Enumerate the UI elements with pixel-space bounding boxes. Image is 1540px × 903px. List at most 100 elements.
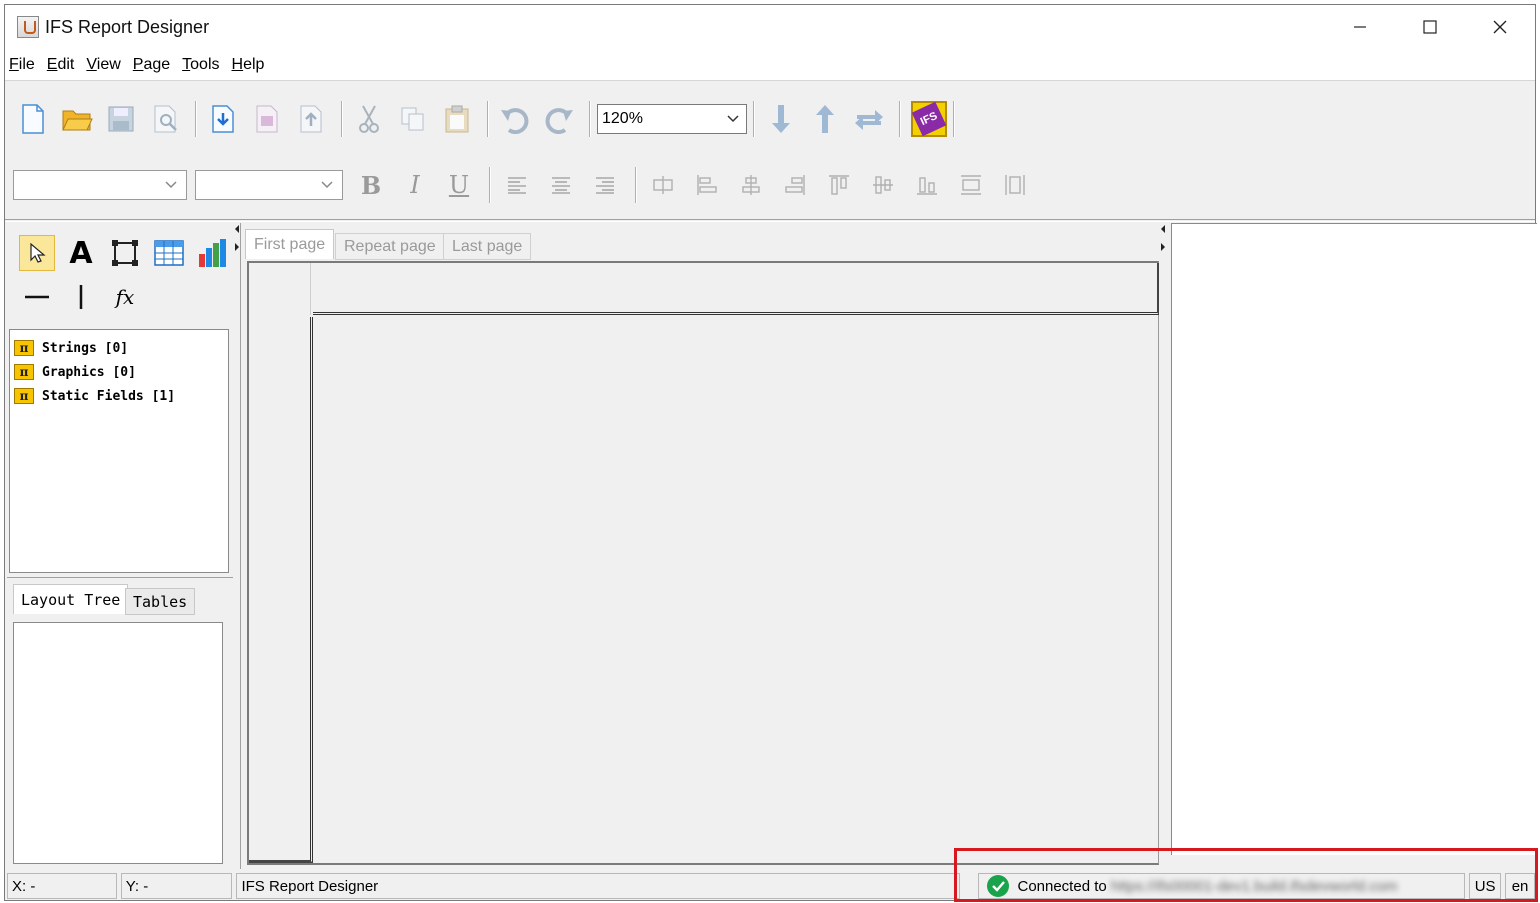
menu-page-mnemonic: P [132,55,144,73]
align-objects-center-icon [742,175,760,195]
menu-view[interactable]: View [80,56,126,74]
table-icon [154,240,184,266]
align-center-button[interactable] [541,169,581,201]
menu-edit-label: dit [57,55,75,73]
redo-button[interactable] [539,99,579,139]
toolbar-divider [5,219,1535,222]
chevron-down-icon [321,181,333,189]
align-left-button[interactable] [497,169,537,201]
arrow-down-icon [772,105,790,133]
java-app-icon [17,16,39,38]
align-objects-bottom-button[interactable] [907,169,947,201]
toolbar-separator [589,101,591,137]
maximize-button[interactable] [1395,5,1465,49]
font-size-select[interactable] [195,170,343,200]
move-down-button[interactable] [761,99,801,139]
component-strings[interactable]: π Strings [0] [10,336,228,360]
cut-button[interactable] [349,99,389,139]
component-label: Strings [0] [42,340,129,356]
menu-view-label: iew [96,55,121,73]
paste-button[interactable] [437,99,477,139]
align-objects-middle-button[interactable] [863,169,903,201]
component-static-fields[interactable]: π Static Fields [1] [10,384,228,408]
bar-chart-icon [199,239,226,267]
save-button[interactable] [101,99,141,139]
bold-button[interactable]: B [351,169,391,201]
vertical-ruler [249,317,313,863]
component-graphics[interactable]: π Graphics [0] [10,360,228,384]
toolbar-separator [953,101,955,137]
menu-edit[interactable]: Edit [41,56,81,74]
align-objects-top-button[interactable] [819,169,859,201]
minimize-button[interactable] [1325,5,1395,49]
table-tool-button[interactable] [151,235,187,271]
undo-button[interactable] [495,99,535,139]
save-icon [108,106,134,132]
align-objects-center-button[interactable] [731,169,771,201]
menu-file[interactable]: File [5,56,41,74]
same-width-button[interactable] [995,169,1035,201]
same-height-button[interactable] [951,169,991,201]
highlight-box [954,848,1538,902]
schema-icon [256,105,278,133]
new-button[interactable] [13,99,53,139]
toolbar-separator [489,167,491,203]
align-objects-left-button[interactable] [687,169,727,201]
right-splitter[interactable] [1160,223,1166,263]
align-objects-right-button[interactable] [775,169,815,201]
paste-icon [445,105,469,133]
menu-help[interactable]: Help [226,56,271,74]
move-up-button[interactable] [805,99,845,139]
swap-button[interactable] [849,99,889,139]
italic-button[interactable]: I [395,169,435,201]
menu-bar: File Edit View Page Tools Help [5,49,1535,81]
horizontal-line-icon [25,295,49,299]
select-tool-button[interactable] [19,235,55,271]
schema-button[interactable] [247,99,287,139]
menu-page[interactable]: Page [127,56,176,74]
chevron-down-icon [727,115,739,123]
underline-button[interactable]: U [439,169,479,201]
left-panel: A fx π Strings [0] π Graphics [0] π Stat… [7,223,233,869]
print-preview-button[interactable] [145,99,185,139]
layout-tree-view[interactable] [13,622,223,864]
align-objects-left-icon [697,175,717,195]
tab-repeat-page[interactable]: Repeat page [335,233,445,260]
ruler-corner [249,263,311,315]
main-toolbar: 120% IFS [5,97,1535,141]
design-canvas[interactable] [247,261,1159,865]
menu-tools[interactable]: Tools [176,56,225,74]
pi-folder-icon: π [14,340,34,356]
formula-tool-button[interactable]: fx [107,279,143,315]
zoom-select[interactable]: 120% [597,104,747,134]
copy-button[interactable] [393,99,433,139]
x-coordinate: X: - [7,873,117,899]
align-right-button[interactable] [585,169,625,201]
tab-last-page[interactable]: Last page [443,233,532,260]
menu-view-mnemonic: V [86,55,97,73]
font-family-select[interactable] [13,170,187,200]
ifs-connect-button[interactable]: IFS [911,101,947,137]
ifs-logo-icon: IFS [911,101,947,137]
horizontal-line-tool-button[interactable] [19,279,55,315]
import-button[interactable] [203,99,243,139]
tab-first-page[interactable]: First page [245,229,335,259]
export-button[interactable] [291,99,331,139]
center-horizontal-button[interactable] [643,169,683,201]
tab-tables[interactable]: Tables [125,588,196,615]
tab-layout-tree[interactable]: Layout Tree [13,584,129,614]
window-title: IFS Report Designer [45,16,210,37]
vertical-line-tool-button[interactable] [63,279,99,315]
open-button[interactable] [57,99,97,139]
maximize-icon [1423,20,1437,34]
rectangle-tool-button[interactable] [107,235,143,271]
text-tool-button[interactable]: A [63,235,99,271]
arrow-up-icon [816,105,834,133]
window-controls [1325,5,1535,49]
redo-icon [545,108,573,134]
chart-tool-button[interactable] [195,235,231,271]
toolbar-separator [899,101,901,137]
export-icon [300,105,322,133]
close-button[interactable] [1465,5,1535,49]
format-toolbar: B I U [5,165,1535,205]
